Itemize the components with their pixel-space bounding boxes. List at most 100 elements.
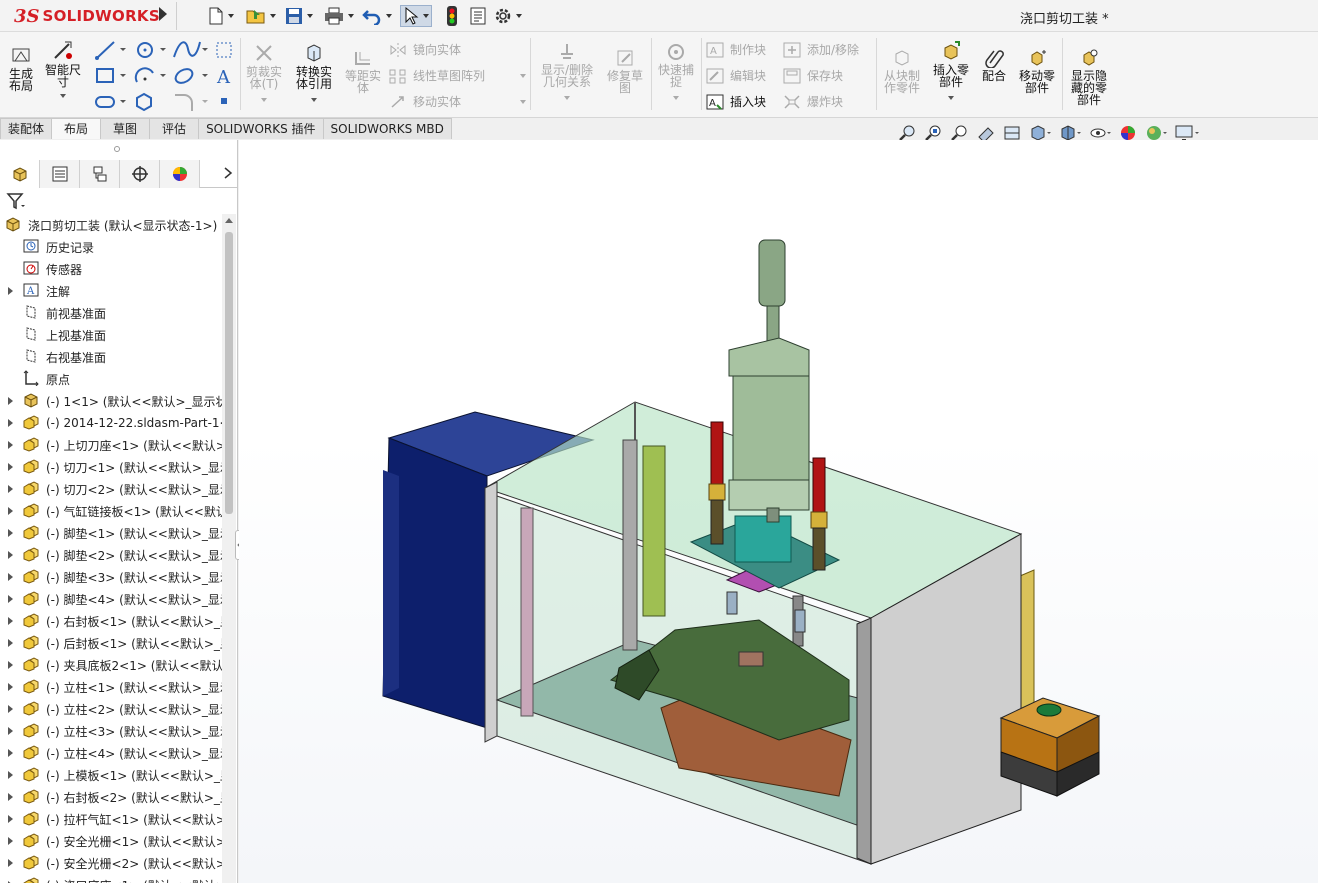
tree-item[interactable]: 上视基准面 xyxy=(0,324,222,346)
tree-item[interactable]: (-) 安全光栅<1> (默认<<默认> xyxy=(0,830,222,852)
tab-displaymanager[interactable] xyxy=(160,160,200,188)
tab-featuremanager[interactable] xyxy=(0,160,40,188)
scroll-up-arrow-icon[interactable] xyxy=(225,218,233,223)
rear-panel[interactable] xyxy=(1019,569,1035,713)
tree-item[interactable]: (-) 右封板<1> (默认<<默认>_显 xyxy=(0,610,222,632)
tree-item[interactable]: 前视基准面 xyxy=(0,302,222,324)
expand-arrow-icon[interactable] xyxy=(8,287,13,295)
expand-arrow-icon[interactable] xyxy=(8,705,13,713)
add-remove-block-button[interactable]: 添加/移除 xyxy=(783,41,859,58)
ellipse-tool-icon[interactable] xyxy=(172,65,210,87)
insert-block-button[interactable]: A 插入块 xyxy=(706,93,766,110)
spline-tool-icon[interactable] xyxy=(172,39,210,61)
expand-arrow-icon[interactable] xyxy=(8,837,13,845)
tab-propertymanager[interactable] xyxy=(40,160,80,188)
tree-item[interactable]: (-) 气缸链接板<1> (默认<<默认> xyxy=(0,500,222,522)
tree-item[interactable]: 传感器 xyxy=(0,258,222,280)
offset-entities-button[interactable]: 等距实 体 xyxy=(341,48,385,94)
rebuild-button[interactable] xyxy=(446,5,458,27)
expand-arrow-icon[interactable] xyxy=(8,815,13,823)
expand-arrow-icon[interactable] xyxy=(8,617,13,625)
select-button[interactable] xyxy=(400,5,432,27)
tree-item[interactable]: (-) 脚垫<2> (默认<<默认>_显示 xyxy=(0,544,222,566)
expand-arrow-icon[interactable] xyxy=(8,793,13,801)
scrollbar-thumb[interactable] xyxy=(225,232,233,514)
circle-tool-icon[interactable] xyxy=(134,39,168,61)
convert-entities-button[interactable]: 转换实 体引用 xyxy=(292,42,336,104)
explode-block-button[interactable]: 爆炸块 xyxy=(783,93,843,110)
tree-item[interactable]: (-) 上模板<1> (默认<<默认>_显 xyxy=(0,764,222,786)
expand-arrow-icon[interactable] xyxy=(8,749,13,757)
expand-arrow-icon[interactable] xyxy=(8,639,13,647)
slot-tool-icon[interactable] xyxy=(94,91,128,113)
print-button[interactable] xyxy=(324,5,354,27)
expand-arrow-icon[interactable] xyxy=(8,683,13,691)
tab-layout[interactable]: 布局 xyxy=(51,118,102,139)
open-button[interactable] xyxy=(246,5,276,27)
tree-item[interactable]: (-) 脚垫<1> (默认<<默认>_显示 xyxy=(0,522,222,544)
tree-item[interactable]: (-) 夹具底板2<1> (默认<<默认 xyxy=(0,654,222,676)
edit-block-button[interactable]: 编辑块 xyxy=(706,67,766,84)
options-button[interactable] xyxy=(494,5,522,27)
tree-item[interactable]: (-) 立柱<2> (默认<<默认>_显示 xyxy=(0,698,222,720)
tab-evaluate[interactable]: 评估 xyxy=(149,118,200,139)
show-relations-button[interactable]: 显示/删除 几何关系 xyxy=(536,42,598,102)
tree-item[interactable]: (-) 切刀<1> (默认<<默认>_显示 xyxy=(0,456,222,478)
expand-arrow-icon[interactable] xyxy=(8,727,13,735)
mate-button[interactable]: 配合 xyxy=(978,48,1010,82)
tree-item[interactable]: (-) 浇口底座<1> (默认<<默认> xyxy=(0,874,222,883)
expand-arrow-icon[interactable] xyxy=(8,529,13,537)
make-block-button[interactable]: A 制作块 xyxy=(706,41,766,58)
tree-item[interactable]: (-) 右封板<2> (默认<<默认>_显 xyxy=(0,786,222,808)
make-part-from-block-button[interactable]: 从块制 作零件 xyxy=(880,48,924,94)
tree-item[interactable]: 右视基准面 xyxy=(0,346,222,368)
tree-item[interactable]: (-) 1<1> (默认<<默认>_显示状 xyxy=(0,390,222,412)
expand-arrow-icon[interactable] xyxy=(8,485,13,493)
expand-arrow-icon[interactable] xyxy=(8,419,13,427)
tree-item[interactable]: 历史记录 xyxy=(0,236,222,258)
trim-entities-button[interactable]: 剪裁实 体(T) xyxy=(244,42,284,104)
save-block-button[interactable]: 保存块 xyxy=(783,67,843,84)
expand-arrow-icon[interactable] xyxy=(8,507,13,515)
text-tool-icon[interactable]: A xyxy=(214,65,234,87)
tree-item[interactable]: (-) 2014-12-22.sldasm-Part-1< xyxy=(0,412,222,434)
graphics-area[interactable] xyxy=(239,140,1318,883)
tree-root-assembly[interactable]: 浇口剪切工装 (默认<显示状态-1>) xyxy=(0,214,222,236)
tree-item[interactable]: (-) 立柱<3> (默认<<默认>_显示 xyxy=(0,720,222,742)
tab-configurationmanager[interactable] xyxy=(80,160,120,188)
tree-item[interactable]: (-) 拉杆气缸<1> (默认<<默认> xyxy=(0,808,222,830)
polygon-tool-icon[interactable] xyxy=(134,91,154,113)
tab-solidworks-mbd[interactable]: SOLIDWORKS MBD xyxy=(322,118,452,139)
expand-arrow-icon[interactable] xyxy=(8,573,13,581)
tree-item[interactable]: (-) 立柱<1> (默认<<默认>_显示 xyxy=(0,676,222,698)
menu-expand-arrow-icon[interactable] xyxy=(159,7,167,21)
rectangle-tool-icon[interactable] xyxy=(94,65,128,87)
control-button-box[interactable] xyxy=(999,697,1101,797)
point-tool-icon[interactable] xyxy=(218,95,230,107)
undo-button[interactable] xyxy=(362,5,392,27)
tree-item[interactable]: (-) 切刀<2> (默认<<默认>_显示 xyxy=(0,478,222,500)
show-hidden-components-button[interactable]: 显示隐 藏的零 部件 xyxy=(1066,48,1112,106)
tab-solidworks-addins[interactable]: SOLIDWORKS 插件 xyxy=(198,118,324,139)
tree-scrollbar[interactable] xyxy=(222,214,236,883)
tree-item[interactable]: (-) 脚垫<4> (默认<<默认>_显示 xyxy=(0,588,222,610)
assembly-model-render[interactable] xyxy=(239,140,1318,883)
linear-pattern-button[interactable]: 线性草图阵列 xyxy=(389,67,485,84)
mirror-entities-button[interactable]: 镜向实体 xyxy=(389,41,461,58)
chevron-down-icon[interactable] xyxy=(520,74,526,78)
expand-arrow-icon[interactable] xyxy=(8,551,13,559)
tree-item[interactable]: (-) 脚垫<3> (默认<<默认>_显示 xyxy=(0,566,222,588)
insert-component-button[interactable]: 插入零 部件 xyxy=(928,40,974,102)
tree-item[interactable]: A 注解 xyxy=(0,280,222,302)
expand-arrow-icon[interactable] xyxy=(8,661,13,669)
smart-dimension-button[interactable]: 智能尺 寸 xyxy=(42,40,84,100)
tab-assembly[interactable]: 装配体 xyxy=(0,118,53,139)
line-tool-icon[interactable] xyxy=(94,39,128,61)
chevron-right-icon[interactable] xyxy=(223,166,233,180)
expand-arrow-icon[interactable] xyxy=(8,771,13,779)
expand-arrow-icon[interactable] xyxy=(8,441,13,449)
expand-arrow-icon[interactable] xyxy=(8,397,13,405)
panel-grip-handle[interactable] xyxy=(114,146,120,152)
tree-item[interactable]: (-) 安全光栅<2> (默认<<默认> xyxy=(0,852,222,874)
repair-sketch-button[interactable]: 修复草 图 xyxy=(603,48,647,94)
